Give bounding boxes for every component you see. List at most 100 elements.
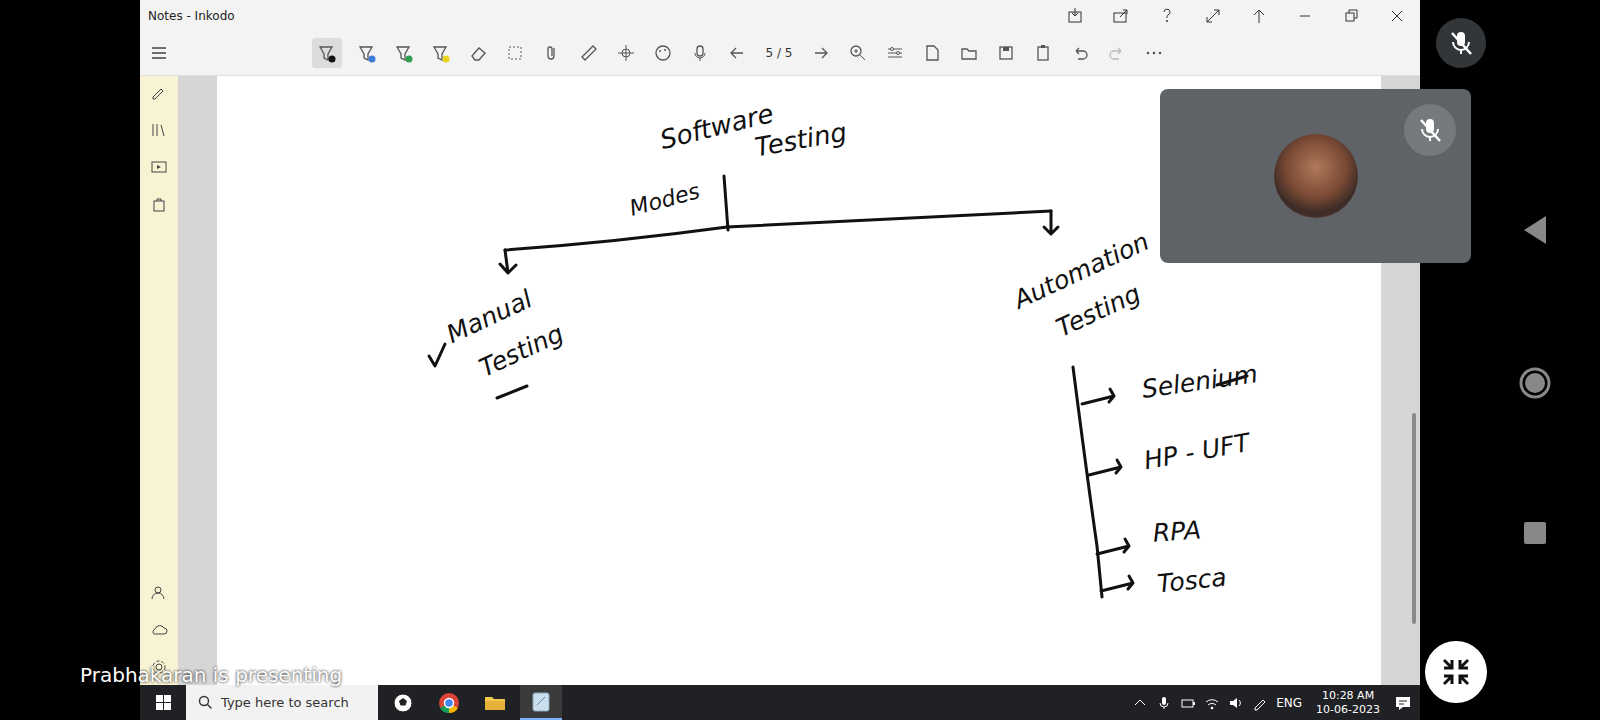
menu-button[interactable]: [140, 44, 178, 62]
pen-blue-icon[interactable]: [357, 43, 377, 63]
tool-button[interactable]: [920, 38, 944, 68]
battery-icon[interactable]: [1180, 695, 1196, 711]
exit-fullscreen-button[interactable]: [1425, 641, 1487, 703]
file-explorer-icon[interactable]: [483, 691, 507, 715]
zoom-icon[interactable]: [848, 43, 868, 63]
cloud-icon[interactable]: [149, 620, 169, 640]
tool-button[interactable]: [957, 38, 981, 68]
help-icon[interactable]: [1157, 6, 1177, 26]
share-icon[interactable]: [1111, 6, 1131, 26]
home-icon[interactable]: [1518, 366, 1552, 400]
recents-icon[interactable]: [1522, 520, 1548, 546]
volume-icon[interactable]: [1228, 695, 1244, 711]
sidebar-button[interactable]: [149, 617, 169, 642]
bag-icon[interactable]: [149, 194, 169, 214]
wifi-icon[interactable]: [1204, 695, 1220, 711]
undo-icon[interactable]: [1070, 43, 1090, 63]
restore-icon[interactable]: [1341, 6, 1361, 26]
fullscreen-icon[interactable]: [1203, 6, 1223, 26]
self-mic-button[interactable]: [1436, 18, 1486, 68]
paste-icon[interactable]: [1033, 43, 1053, 63]
language-indicator[interactable]: ENG: [1276, 696, 1302, 710]
taskbar-search[interactable]: Type here to search: [186, 685, 378, 720]
participant-tile[interactable]: [1160, 89, 1471, 263]
tool-button[interactable]: [429, 38, 453, 68]
attach-icon[interactable]: [542, 43, 562, 63]
new-page-icon[interactable]: [922, 43, 942, 63]
pin-top-icon[interactable]: [1249, 6, 1269, 26]
title-bar-button[interactable]: [1374, 0, 1420, 31]
pen-mode-icon[interactable]: [149, 83, 169, 103]
move-icon[interactable]: [616, 43, 636, 63]
chevron-up-icon[interactable]: [1132, 695, 1148, 711]
taskbar-app[interactable]: [428, 685, 470, 720]
title-bar-button[interactable]: [1328, 0, 1374, 31]
taskbar-app[interactable]: [474, 685, 516, 720]
pen-black-icon[interactable]: [317, 43, 337, 63]
start-button[interactable]: [140, 694, 186, 711]
next-page-icon[interactable]: [811, 43, 831, 63]
sidebar-button[interactable]: [149, 117, 169, 142]
taskbar-app[interactable]: [520, 685, 562, 720]
exit-fullscreen-icon[interactable]: [1441, 657, 1471, 687]
redo-icon[interactable]: [1107, 43, 1127, 63]
title-bar-button[interactable]: [1098, 0, 1144, 31]
title-bar-button[interactable]: [1236, 0, 1282, 31]
tool-button[interactable]: [312, 38, 342, 68]
inkodo-icon[interactable]: [529, 690, 553, 714]
select-icon[interactable]: [505, 43, 525, 63]
pen-green-icon[interactable]: [394, 43, 414, 63]
palette-icon[interactable]: [653, 43, 673, 63]
tool-button[interactable]: [503, 38, 527, 68]
mic-tray-icon[interactable]: [1156, 695, 1172, 711]
prev-page-icon[interactable]: [727, 43, 747, 63]
tool-button[interactable]: [466, 38, 490, 68]
sidebar-button[interactable]: [149, 154, 169, 179]
taskbar-app[interactable]: [382, 685, 424, 720]
tool-button[interactable]: [994, 38, 1018, 68]
mic-icon[interactable]: [690, 43, 710, 63]
pen-yellow-icon[interactable]: [431, 43, 451, 63]
tool-button[interactable]: [846, 38, 870, 68]
tool-button[interactable]: [1142, 38, 1166, 68]
notifications-icon[interactable]: [1394, 694, 1412, 712]
eraser-icon[interactable]: [468, 43, 488, 63]
library-icon[interactable]: [149, 120, 169, 140]
sidebar-button[interactable]: [149, 580, 169, 605]
tool-button[interactable]: [651, 38, 675, 68]
hamburger-icon[interactable]: [150, 44, 168, 62]
windows-icon[interactable]: [155, 694, 172, 711]
title-bar-button[interactable]: [1144, 0, 1190, 31]
title-bar-button[interactable]: [1190, 0, 1236, 31]
tool-button[interactable]: [883, 38, 907, 68]
slides-icon[interactable]: [149, 157, 169, 177]
tool-button[interactable]: [688, 38, 712, 68]
profile-icon[interactable]: [149, 583, 169, 603]
title-bar-button[interactable]: [1282, 0, 1328, 31]
sidebar-button[interactable]: [149, 80, 169, 105]
save-icon[interactable]: [996, 43, 1016, 63]
clock[interactable]: 10:28 AM10-06-2023: [1310, 689, 1386, 717]
tool-button[interactable]: [1068, 38, 1092, 68]
tool-button[interactable]: [577, 38, 601, 68]
back-icon[interactable]: [1520, 214, 1550, 246]
ruler-icon[interactable]: [579, 43, 599, 63]
chrome-icon[interactable]: [437, 691, 461, 715]
tool-button[interactable]: [725, 38, 749, 68]
import-icon[interactable]: [1065, 6, 1085, 26]
pen-tray-icon[interactable]: [1252, 695, 1268, 711]
tool-button[interactable]: [809, 38, 833, 68]
tool-button[interactable]: [540, 38, 564, 68]
football-icon[interactable]: [391, 691, 415, 715]
scrollbar-thumb[interactable]: [1412, 413, 1416, 624]
settings-sliders-icon[interactable]: [885, 43, 905, 63]
title-bar-button[interactable]: [1052, 0, 1098, 31]
minimize-icon[interactable]: [1295, 6, 1315, 26]
tool-button[interactable]: [1105, 38, 1129, 68]
tool-button[interactable]: [355, 38, 379, 68]
open-folder-icon[interactable]: [959, 43, 979, 63]
close-icon[interactable]: [1387, 6, 1407, 26]
more-icon[interactable]: [1144, 43, 1164, 63]
sidebar-button[interactable]: [149, 191, 169, 216]
tool-button[interactable]: [1031, 38, 1055, 68]
